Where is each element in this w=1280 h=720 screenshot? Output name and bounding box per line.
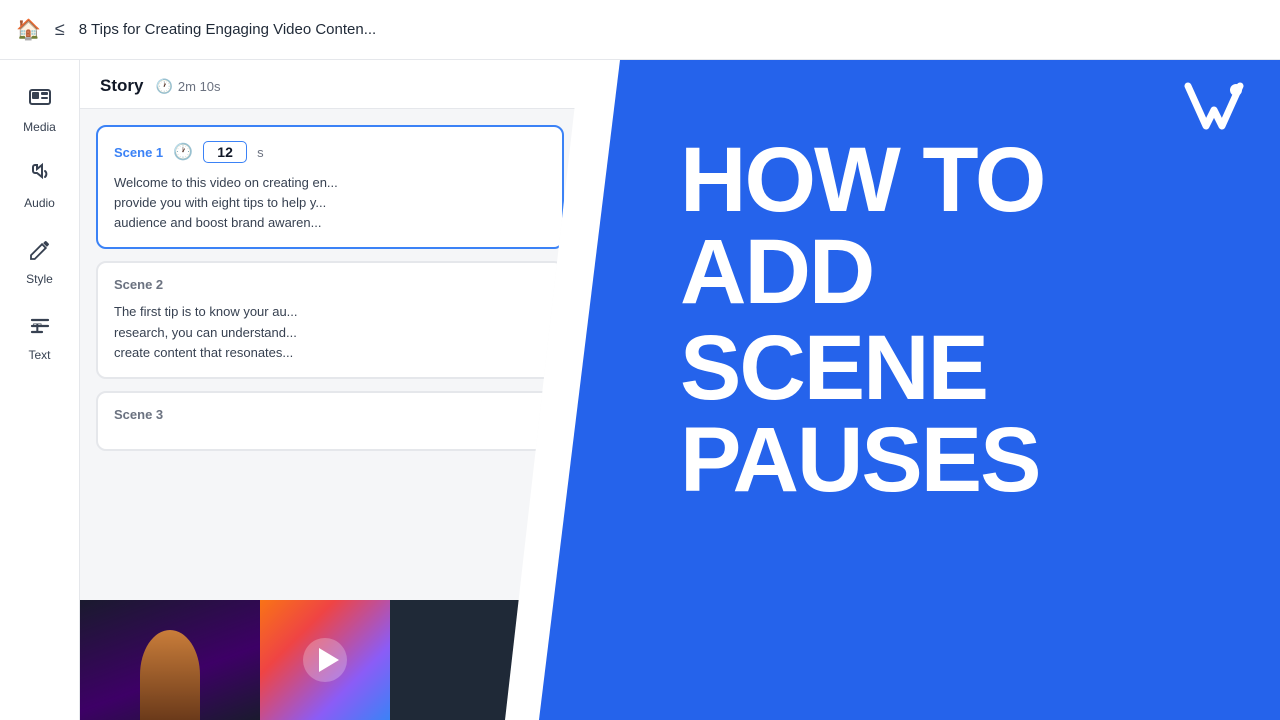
scene-card-1[interactable]: Scene 1 🕐 s Welcome to this video on cre…	[96, 125, 564, 249]
scene-card-2[interactable]: Scene 2 The first tip is to know your au…	[96, 261, 564, 378]
scene-2-header: Scene 2	[114, 277, 546, 292]
top-bar: 🏠 ≤ 8 Tips for Creating Engaging Video C…	[0, 0, 1280, 60]
svg-text:T: T	[33, 320, 42, 335]
duration-clock-icon: 🕐	[155, 78, 172, 95]
scene-3-header: Scene 3	[114, 407, 546, 422]
style-icon	[28, 238, 52, 268]
document-title: 8 Tips for Creating Engaging Video Conte…	[79, 21, 376, 38]
scene-1-text: Welcome to this video on creating en... …	[114, 173, 546, 233]
scenes-list: Scene 1 🕐 s Welcome to this video on cre…	[80, 109, 580, 600]
share-icon[interactable]: ≤	[55, 19, 65, 40]
sidebar: Media Audio Style	[0, 60, 80, 720]
visla-logo	[1178, 74, 1250, 151]
sidebar-audio-label: Audio	[24, 196, 55, 210]
audio-icon	[28, 162, 52, 192]
bottom-thumbnails	[80, 600, 580, 720]
story-title: Story	[100, 76, 143, 96]
sidebar-media-label: Media	[23, 120, 56, 134]
scene-1-label: Scene 1	[114, 145, 163, 160]
sidebar-style-label: Style	[26, 272, 53, 286]
scene-2-label: Scene 2	[114, 277, 163, 292]
scene-1-clock-icon[interactable]: 🕐	[173, 142, 193, 162]
thumbnail-person[interactable]	[80, 600, 260, 720]
media-icon	[28, 86, 52, 116]
sidebar-item-style[interactable]: Style	[4, 228, 76, 296]
scene-card-3[interactable]: Scene 3	[96, 391, 564, 451]
scene-1-header: Scene 1 🕐 s	[114, 141, 546, 163]
scene-2-text: The first tip is to know your au... rese…	[114, 302, 546, 362]
sidebar-item-media[interactable]: Media	[4, 76, 76, 144]
thumbnail-colorful[interactable]	[260, 600, 390, 720]
story-header: Story 🕐 2m 10s	[80, 60, 580, 109]
panel-line-2: SCENE PAUSES	[680, 322, 1230, 506]
scene-1-duration-unit: s	[257, 145, 264, 160]
sidebar-item-text[interactable]: T Text	[4, 304, 76, 372]
text-icon: T	[28, 314, 52, 344]
duration-value: 2m 10s	[178, 79, 221, 94]
sidebar-text-label: Text	[28, 348, 50, 362]
panel-line-1: HOW TO ADD	[680, 134, 1230, 318]
sidebar-item-audio[interactable]: Audio	[4, 152, 76, 220]
story-duration: 🕐 2m 10s	[155, 78, 220, 95]
main-area: Media Audio Style	[0, 60, 1280, 720]
home-icon[interactable]: 🏠	[16, 17, 41, 42]
scene-1-duration-input[interactable]	[203, 141, 247, 163]
scene-3-label: Scene 3	[114, 407, 163, 422]
